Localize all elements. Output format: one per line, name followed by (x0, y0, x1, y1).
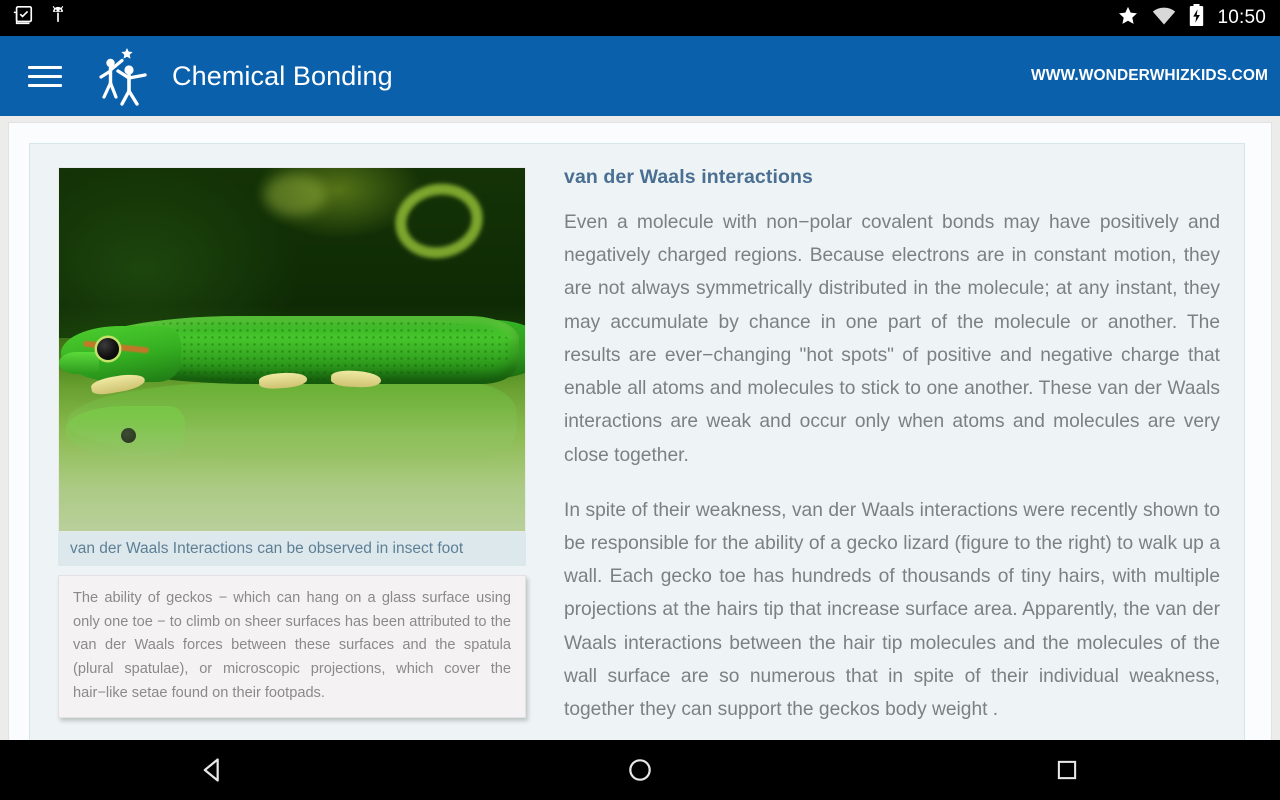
hamburger-menu-icon[interactable] (28, 61, 62, 91)
article-paragraph: Even a molecule with non−polar covalent … (564, 212, 1220, 466)
section-heading: van der Waals interactions (564, 166, 813, 188)
status-bar-notifications (0, 5, 68, 32)
figure-column: van der Waals Interactions can be observ… (30, 144, 530, 740)
recents-square-icon (1057, 760, 1076, 780)
back-button[interactable] (153, 740, 273, 800)
lesson-panel: van der Waals Interactions can be observ… (29, 143, 1245, 740)
android-navigation-bar (0, 740, 1280, 800)
home-circle-icon (629, 759, 651, 781)
article-column: van der Waals interactions Even a molecu… (530, 144, 1244, 740)
page-title: Chemical Bonding (172, 60, 393, 91)
battery-charging-icon (1189, 4, 1204, 32)
figure-caption: van der Waals Interactions can be observ… (58, 532, 526, 567)
android-robot-icon (48, 5, 68, 32)
star-icon (1117, 5, 1139, 32)
content-card: van der Waals Interactions can be observ… (8, 122, 1272, 740)
wifi-icon (1152, 6, 1176, 31)
figure-description: The ability of geckos − which can hang o… (58, 575, 526, 719)
status-bar: 10:50 (0, 0, 1280, 36)
screenshot-icon (12, 5, 34, 32)
wonderwhizkids-logo (96, 46, 158, 106)
home-button[interactable] (580, 740, 700, 800)
status-bar-clock: 10:50 (1217, 7, 1266, 28)
article-paragraph: In spite of their weakness, van der Waal… (564, 499, 1220, 721)
status-bar-system-icons: 10:50 (1117, 4, 1280, 32)
site-url-label: WWW.WONDERWHIZKIDS.COM (1031, 67, 1268, 84)
back-triangle-icon (204, 758, 220, 782)
recent-apps-button[interactable] (1007, 740, 1127, 800)
content-scroll-area[interactable]: van der Waals Interactions can be observ… (0, 116, 1280, 740)
gecko-figure-image (58, 167, 526, 532)
app-bar: Chemical Bonding WWW.WONDERWHIZKIDS.COM (0, 36, 1280, 116)
